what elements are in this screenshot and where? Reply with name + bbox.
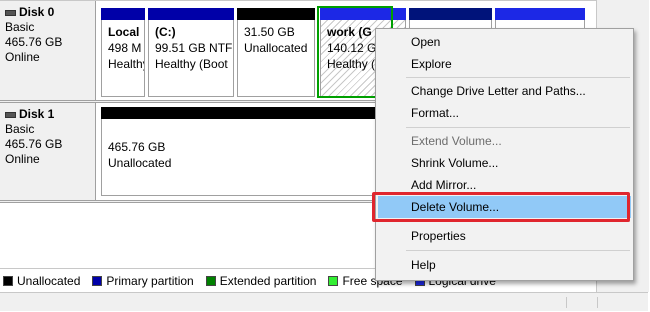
menu-item-properties[interactable]: Properties	[378, 225, 631, 247]
disk-size: 465.76 GB	[5, 137, 63, 151]
legend-extended: Extended partition	[205, 273, 317, 288]
disk-name: Disk 1	[19, 107, 55, 121]
legend-primary: Primary partition	[92, 273, 194, 288]
legend-swatch	[92, 275, 103, 286]
partition-bar	[237, 8, 315, 20]
disk-status: Online	[5, 50, 40, 64]
partition-bar	[101, 8, 145, 20]
menu-item-shrink-volume[interactable]: Shrink Volume...	[378, 152, 631, 174]
legend-label: Unallocated	[17, 273, 81, 288]
partition-size: 498 M	[108, 41, 142, 55]
partition-status: Unallocated	[244, 41, 308, 55]
menu-separator	[406, 221, 630, 222]
disk-type: Basic	[5, 20, 35, 34]
disk-0-info[interactable]: Disk 0 Basic 465.76 GB Online	[0, 1, 96, 100]
partition-size: 31.50 GB	[244, 25, 295, 39]
legend-label: Extended partition	[219, 273, 317, 288]
disk-status: Online	[5, 152, 40, 166]
disk-1-info[interactable]: Disk 1 Basic 465.76 GB Online	[0, 103, 96, 200]
legend-swatch	[205, 275, 216, 286]
disk-icon	[5, 111, 16, 118]
menu-separator	[406, 77, 630, 78]
menu-item-explore[interactable]: Explore	[378, 53, 631, 75]
partition-status: Healthy (Boot	[155, 57, 228, 71]
partition-status: Healthy	[108, 57, 145, 71]
disk-type: Basic	[5, 122, 35, 136]
legend-swatch	[328, 275, 339, 286]
menu-item-add-mirror[interactable]: Add Mirror...	[378, 174, 631, 196]
menu-item-change-drive-letter[interactable]: Change Drive Letter and Paths...	[378, 80, 631, 102]
menu-item-format[interactable]: Format...	[378, 102, 631, 124]
legend-label: Primary partition	[106, 273, 194, 288]
partition-name: Local	[108, 25, 140, 39]
disk-icon	[5, 9, 16, 16]
partition-local[interactable]: Local 498 M Healthy	[101, 8, 145, 97]
partition-unallocated[interactable]: 31.50 GB Unallocated	[237, 8, 315, 97]
horizontal-scrollbar[interactable]	[0, 292, 648, 311]
legend-swatch	[3, 275, 13, 286]
menu-item-help[interactable]: Help	[378, 254, 631, 276]
partition-name: (C:)	[155, 25, 176, 39]
menu-item-delete-volume[interactable]: Delete Volume...	[378, 196, 631, 218]
menu-item-open[interactable]: Open	[378, 31, 631, 53]
menu-separator	[406, 250, 630, 251]
partition-bar	[148, 8, 234, 20]
partition-bar	[495, 8, 585, 20]
menu-separator	[406, 127, 630, 128]
legend-unallocated: Unallocated	[3, 274, 80, 288]
context-menu: Open Explore Change Drive Letter and Pat…	[375, 28, 634, 281]
disk-name: Disk 0	[19, 5, 55, 19]
partition-size: 99.51 GB NTFS	[155, 41, 234, 55]
menu-item-extend-volume[interactable]: Extend Volume...	[378, 130, 631, 152]
partition-bar	[409, 8, 492, 20]
disk-size: 465.76 GB	[5, 35, 63, 49]
partition-c[interactable]: (C:) 99.51 GB NTFS Healthy (Boot	[148, 8, 234, 97]
